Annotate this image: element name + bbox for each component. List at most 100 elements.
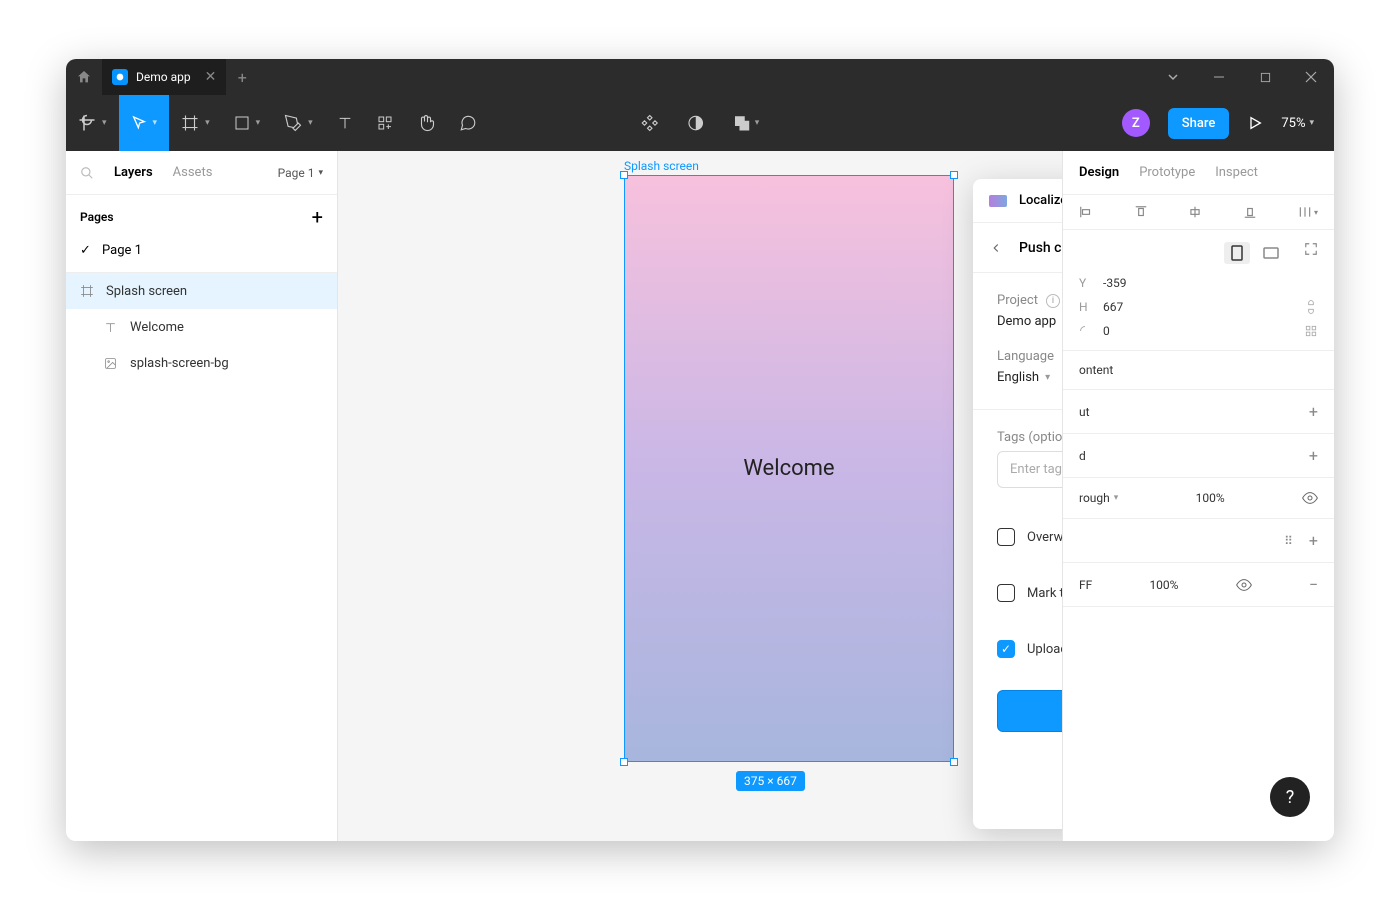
checkbox-icon[interactable] [997, 584, 1015, 602]
clip-content-row[interactable]: ontent [1079, 363, 1113, 377]
checkbox-icon[interactable] [997, 528, 1015, 546]
corner-radius-icon[interactable] [1304, 324, 1318, 338]
opacity-input[interactable]: 100% [1196, 491, 1225, 505]
left-panel: Layers Assets Page 1 ▾ Pages + ✓ Page 1 [66, 151, 338, 841]
layout-grid-row: d [1079, 449, 1086, 463]
help-button[interactable]: ? [1270, 777, 1310, 817]
plugin-back-button[interactable] [989, 241, 1003, 255]
add-icon[interactable]: + [1309, 402, 1318, 421]
dimensions-badge: 375 × 667 [736, 771, 805, 791]
add-icon[interactable]: + [1309, 531, 1318, 550]
remove-icon[interactable]: − [1309, 575, 1318, 594]
assets-tab[interactable]: Assets [173, 165, 213, 180]
present-button[interactable] [1247, 115, 1263, 131]
shape-tool[interactable]: ▾ [222, 95, 273, 151]
landscape-orientation-button[interactable] [1258, 242, 1284, 264]
main-menu-button[interactable]: ▾ [66, 95, 119, 151]
align-more-icon[interactable]: ▾ [1298, 205, 1318, 219]
hand-tool[interactable] [405, 95, 447, 151]
frame-icon [80, 284, 96, 298]
blend-mode-select[interactable]: rough [1079, 491, 1110, 505]
tab-label: Demo app [136, 70, 191, 84]
share-button[interactable]: Share [1168, 108, 1230, 139]
components-icon[interactable] [641, 114, 659, 132]
text-tool[interactable] [325, 95, 365, 151]
align-bottom-icon[interactable] [1243, 205, 1257, 219]
fill-opacity[interactable]: 100% [1149, 578, 1178, 592]
info-icon[interactable]: i [1046, 294, 1060, 308]
alignment-controls: ▾ [1063, 195, 1334, 230]
image-icon [104, 357, 120, 370]
boolean-icon[interactable]: ▾ [733, 114, 760, 132]
minimize-button[interactable] [1196, 59, 1242, 95]
layers-tab[interactable]: Layers [114, 165, 153, 180]
divider [973, 409, 1062, 410]
layer-row-text[interactable]: Welcome [66, 309, 337, 345]
visibility-icon[interactable] [1302, 490, 1318, 506]
align-top-icon[interactable] [1134, 205, 1148, 219]
align-left-icon[interactable] [1079, 205, 1093, 219]
comment-tool[interactable] [447, 95, 489, 151]
titlebar-chevron[interactable] [1150, 59, 1196, 95]
constrain-proportions-icon[interactable] [1304, 300, 1318, 314]
zoom-selector[interactable]: 75% ▾ [1281, 116, 1314, 131]
portrait-orientation-button[interactable] [1224, 242, 1250, 264]
tags-input[interactable]: Enter tags (comma separated)... [997, 451, 1062, 488]
page-selector[interactable]: Page 1 ▾ [278, 166, 323, 180]
reviewed-checkbox-row[interactable]: Mark translations as reviewed in Localiz… [997, 584, 1062, 602]
canvas[interactable]: Splash screen Welcome 375 × 667 Localize… [338, 151, 1062, 841]
project-label: Project i [997, 293, 1062, 308]
layer-row-image[interactable]: splash-screen-bg [66, 345, 337, 381]
frame-tool[interactable]: ▾ [169, 95, 222, 151]
language-selector[interactable]: English ▾ [997, 370, 1062, 385]
push-button[interactable]: Push to Localizely [997, 690, 1062, 732]
selection-handle[interactable] [950, 758, 958, 766]
drag-handle-icon[interactable]: ⠿ [1284, 534, 1293, 548]
inspect-tab[interactable]: Inspect [1215, 165, 1258, 180]
home-button[interactable] [66, 59, 102, 95]
page-item[interactable]: ✓ Page 1 [80, 239, 323, 262]
upload-checkbox-row[interactable]: ✓ Upload screenshots [997, 640, 1062, 658]
search-icon[interactable] [80, 166, 94, 180]
frame-content-text: Welcome [743, 456, 834, 481]
h-input[interactable]: 667 [1103, 300, 1123, 314]
pen-tool[interactable]: ▾ [272, 95, 325, 151]
align-center-h-icon[interactable] [1188, 205, 1202, 219]
add-page-button[interactable]: + [312, 205, 323, 229]
maximize-button[interactable] [1242, 59, 1288, 95]
close-window-button[interactable] [1288, 59, 1334, 95]
selection-handle[interactable] [950, 171, 958, 179]
auto-layout-row: ut [1079, 405, 1090, 419]
y-input[interactable]: -359 [1103, 276, 1127, 290]
plugin-panel: Localizely ✕ Push config Project i Demo [973, 179, 1062, 829]
fill-hex[interactable]: FF [1079, 578, 1092, 592]
plugin-brand: Localizely [1019, 193, 1062, 208]
selection-handle[interactable] [620, 171, 628, 179]
selection-handle[interactable] [620, 758, 628, 766]
prototype-tab[interactable]: Prototype [1139, 165, 1195, 180]
resize-to-fit-icon[interactable] [1304, 242, 1318, 264]
figma-file-icon [112, 69, 128, 85]
project-selector[interactable]: Demo app ▾ [997, 314, 1062, 329]
add-tab-button[interactable]: + [226, 68, 258, 87]
selected-frame[interactable]: Welcome [624, 175, 954, 762]
pages-label: Pages [80, 210, 114, 224]
file-tab[interactable]: Demo app ✕ [102, 59, 226, 95]
user-avatar[interactable]: Z [1122, 109, 1150, 137]
add-icon[interactable]: + [1309, 446, 1318, 465]
mask-icon[interactable] [687, 114, 705, 132]
rotation-icon [1079, 325, 1093, 337]
close-tab-icon[interactable]: ✕ [205, 69, 217, 85]
frame-label[interactable]: Splash screen [624, 159, 699, 173]
rotation-input[interactable]: 0 [1103, 324, 1110, 338]
plugin-title: Push config [1019, 240, 1062, 256]
resources-tool[interactable] [365, 95, 405, 151]
checkbox-checked-icon[interactable]: ✓ [997, 640, 1015, 658]
visibility-icon[interactable] [1236, 577, 1252, 593]
localizely-logo-icon [989, 195, 1007, 207]
design-tab[interactable]: Design [1079, 165, 1119, 180]
move-tool[interactable]: ▾ [119, 95, 170, 151]
language-label: Language i [997, 349, 1062, 364]
layer-row-frame[interactable]: Splash screen [66, 273, 337, 309]
overwrite-checkbox-row[interactable]: Overwrite translations in Localizely [997, 528, 1062, 546]
